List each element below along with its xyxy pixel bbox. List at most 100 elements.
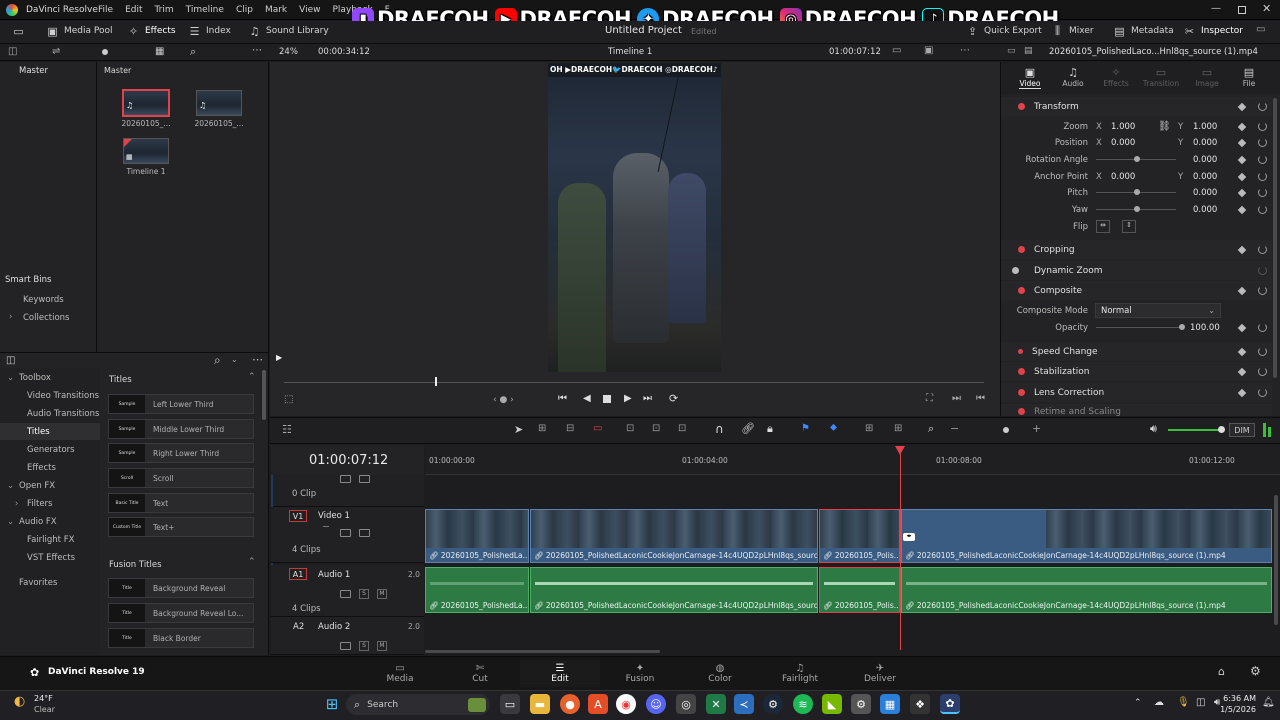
opacity-slider-knob[interactable] bbox=[1179, 324, 1185, 330]
reset-icon[interactable] bbox=[1258, 347, 1267, 356]
title-item-text[interactable]: Basic Title Text bbox=[108, 493, 254, 513]
settings-gear-icon[interactable]: ⚙ bbox=[1250, 664, 1261, 678]
sound-library-button[interactable]: ♫ Sound Library bbox=[248, 25, 329, 38]
mute-button[interactable]: M bbox=[377, 641, 387, 651]
title-item-left-lower-third[interactable]: Sample Left Lower Third bbox=[108, 394, 254, 414]
blade-tool-icon[interactable]: ▭ bbox=[593, 423, 602, 434]
index-button[interactable]: ☰ Index bbox=[188, 25, 231, 38]
tree-toolbox[interactable]: Toolbox bbox=[19, 373, 51, 383]
prev-edit-icon[interactable]: ⏮ bbox=[976, 393, 985, 404]
spotify-icon[interactable]: ≋ bbox=[793, 694, 813, 714]
solo-button[interactable]: S bbox=[359, 589, 369, 599]
keyframe-icon[interactable] bbox=[1237, 155, 1247, 164]
title-item-scroll[interactable]: Scroll Scroll bbox=[108, 468, 254, 488]
viewer-frame-icon[interactable]: ⬚ bbox=[284, 394, 293, 405]
camera-icon[interactable] bbox=[340, 642, 351, 650]
menu-view[interactable]: View bbox=[299, 5, 320, 15]
viewer-play-marker-icon[interactable]: ▶ bbox=[276, 353, 282, 362]
opacity-value[interactable]: 100.00 bbox=[1190, 323, 1220, 333]
fusion-item-black-border[interactable]: Title Black Border bbox=[108, 628, 254, 648]
tree-video-transitions[interactable]: Video Transitions bbox=[27, 391, 99, 401]
lock-track-icon[interactable] bbox=[323, 526, 329, 527]
go-to-end-icon[interactable]: ⏭ bbox=[643, 393, 652, 404]
full-extent-zoom-icon[interactable]: ⊞ bbox=[865, 423, 873, 434]
nvidia-icon[interactable]: ◣ bbox=[822, 694, 842, 714]
enable-toggle-icon[interactable] bbox=[1018, 408, 1025, 415]
trim-tool-icon[interactable]: ⊞ bbox=[538, 423, 546, 434]
workspace-toggle-button[interactable]: ▭ bbox=[12, 25, 25, 38]
tree-fairlight-fx[interactable]: Fairlight FX bbox=[27, 535, 74, 545]
snapping-icon[interactable]: ∩ bbox=[715, 422, 724, 436]
inspector-button[interactable]: ✂ Inspector bbox=[1183, 25, 1243, 38]
task-view-icon[interactable]: ▭ bbox=[500, 694, 520, 714]
dynamic-zoom-section-header[interactable]: Dynamic Zoom bbox=[1001, 261, 1272, 280]
video-frame[interactable]: OH ▶DRAECOH🐦DRAECOH ◎DRAECOH♪ bbox=[548, 63, 721, 372]
enable-toggle-icon[interactable] bbox=[1012, 267, 1019, 274]
reset-icon[interactable] bbox=[1258, 388, 1267, 397]
clock-time[interactable]: 6:36 AM bbox=[1222, 694, 1256, 703]
title-item-right-lower-third[interactable]: Sample Right Lower Third bbox=[108, 443, 254, 463]
chevron-down-icon[interactable]: ⌄ bbox=[7, 481, 14, 491]
reset-icon[interactable] bbox=[1258, 367, 1267, 376]
inspector-tab-video[interactable]: ▣ Video bbox=[1015, 66, 1045, 89]
keyframe-icon[interactable] bbox=[1237, 122, 1247, 131]
volume-slider-track[interactable] bbox=[1168, 429, 1220, 431]
clock-date[interactable]: 1/5/2026 bbox=[1218, 705, 1256, 714]
a1-badge[interactable]: A1 bbox=[289, 568, 307, 580]
camera-icon[interactable] bbox=[340, 475, 351, 483]
enable-toggle-icon[interactable] bbox=[1018, 349, 1023, 354]
transform-section-header[interactable]: Transform bbox=[1001, 97, 1272, 116]
timeline-timecode[interactable]: 01:00:07:12 bbox=[309, 453, 388, 468]
replace-clip-icon[interactable]: ⊡ bbox=[678, 423, 686, 434]
weather-condition[interactable]: Clear bbox=[34, 705, 55, 714]
minimize-icon[interactable]: — bbox=[1211, 3, 1221, 14]
film-icon[interactable] bbox=[359, 475, 370, 483]
reset-icon[interactable] bbox=[1258, 205, 1267, 214]
a2-track-name[interactable]: Audio 2 bbox=[318, 622, 350, 632]
taskbar-search[interactable]: ⌕ Search bbox=[346, 694, 490, 715]
tree-filters[interactable]: Filters bbox=[27, 499, 52, 509]
zoom-out-icon[interactable]: − bbox=[950, 422, 959, 435]
position-x-value[interactable]: 0.000 bbox=[1111, 138, 1135, 148]
v1-badge[interactable]: V1 bbox=[289, 510, 307, 522]
reset-icon[interactable] bbox=[1258, 138, 1267, 147]
fusion-item-background-reveal[interactable]: Title Background Reveal bbox=[108, 578, 254, 598]
flag-icon[interactable]: ⚑ bbox=[801, 423, 810, 434]
bin-master[interactable]: Master bbox=[19, 66, 48, 76]
timeline-thumb[interactable]: ▦ bbox=[123, 138, 169, 164]
enable-toggle-icon[interactable] bbox=[1018, 287, 1025, 294]
audio-clip-selected[interactable]: 🔗︎ 20260105_Polis... bbox=[819, 567, 900, 613]
selection-tool-icon[interactable]: ➤ bbox=[514, 423, 523, 436]
yaw-value[interactable]: 0.000 bbox=[1193, 205, 1217, 215]
menu-trim[interactable]: Trim bbox=[155, 5, 174, 15]
page-tab-fusion[interactable]: ✦ Fusion bbox=[600, 660, 680, 687]
weather-temp[interactable]: 24°F bbox=[34, 694, 53, 703]
keyframe-icon[interactable] bbox=[1237, 347, 1247, 356]
composite-section-header[interactable]: Composite bbox=[1001, 281, 1272, 300]
a2-badge[interactable]: A2 bbox=[293, 622, 304, 632]
smart-bin-collections[interactable]: Collections bbox=[23, 313, 69, 323]
a1-track-name[interactable]: Audio 1 bbox=[318, 570, 350, 580]
playhead-head-icon[interactable] bbox=[895, 446, 905, 455]
anchor-y-value[interactable]: 0.000 bbox=[1193, 172, 1217, 182]
inspector-tab-effects[interactable]: ✧ Effects bbox=[1101, 66, 1131, 88]
menu-mark[interactable]: Mark bbox=[265, 5, 287, 15]
timeline-ruler[interactable] bbox=[425, 445, 1280, 475]
tree-favorites[interactable]: Favorites bbox=[19, 578, 57, 588]
enable-toggle-icon[interactable] bbox=[1018, 368, 1025, 375]
mixer-button[interactable]: ⫼ Mixer bbox=[1051, 24, 1094, 37]
more-options-icon[interactable]: ⋯ bbox=[252, 353, 263, 366]
smart-bin-keywords[interactable]: Keywords bbox=[23, 295, 64, 305]
fusion-item-background-reveal-lower[interactable]: Title Background Reveal Lo... bbox=[108, 603, 254, 623]
film-icon[interactable] bbox=[359, 529, 370, 537]
overwrite-clip-icon[interactable]: ⊡ bbox=[652, 423, 660, 434]
reset-icon[interactable] bbox=[1258, 155, 1267, 164]
stop-icon[interactable] bbox=[603, 395, 611, 403]
app-orange-icon[interactable]: A bbox=[588, 694, 608, 714]
xbox-icon[interactable]: ✕ bbox=[706, 694, 726, 714]
tree-generators[interactable]: Generators bbox=[27, 445, 75, 455]
effects-button[interactable]: ✧ Effects bbox=[127, 25, 176, 38]
keyframe-icon[interactable] bbox=[1237, 245, 1247, 254]
collapse-icon[interactable]: ⌃ bbox=[248, 372, 256, 382]
keyframe-icon[interactable] bbox=[1237, 205, 1247, 214]
